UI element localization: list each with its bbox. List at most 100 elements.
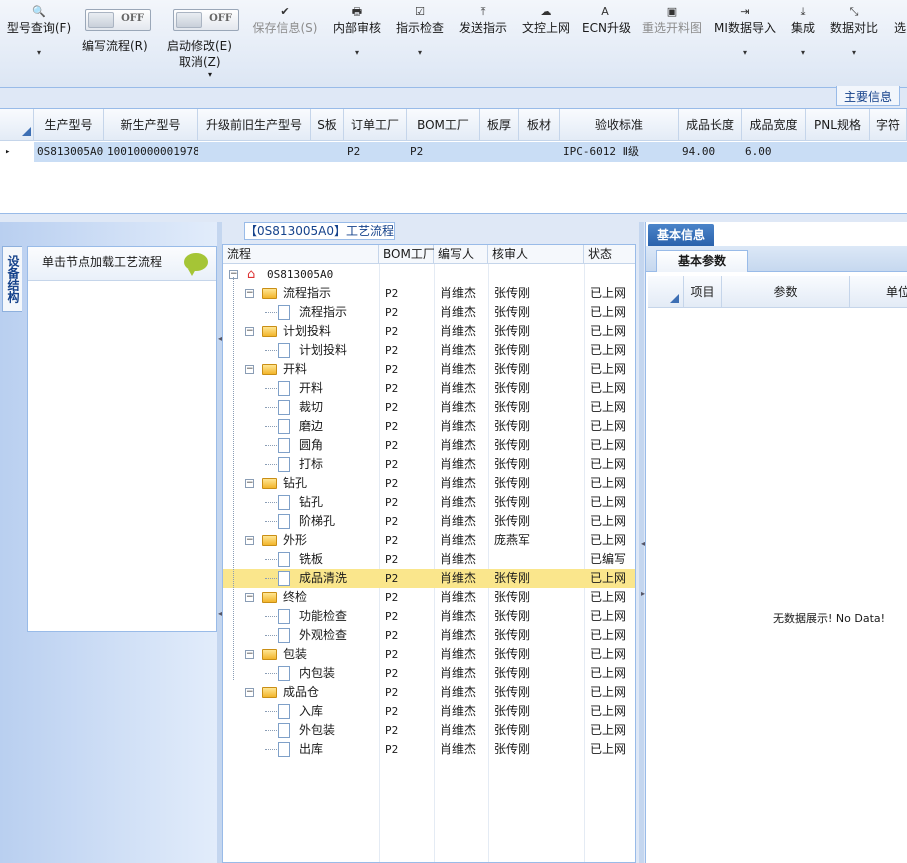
collapse-toggle-icon[interactable]: − xyxy=(245,479,254,488)
tree-col-header[interactable]: 核审人 xyxy=(488,245,584,264)
tree-col-header[interactable]: 状态 xyxy=(584,245,635,264)
cloud-upload-button[interactable]: ☁ 文控上网 xyxy=(519,0,573,74)
chevron-down-icon[interactable]: ▾ xyxy=(712,48,778,58)
tree-row[interactable]: 入库 P2 肖维杰 张传刚 已上网 xyxy=(223,702,635,721)
grid-col-header[interactable]: 新生产型号 xyxy=(104,109,198,141)
tree-row-root[interactable]: − ⌂ 0S813005A0 xyxy=(223,265,635,284)
tree-node-label: 功能检查 xyxy=(299,609,348,623)
tab-basic-info[interactable]: 基本信息 xyxy=(648,224,714,246)
grid-col-header[interactable]: 成品宽度 xyxy=(742,109,806,141)
font-button[interactable]: A ECN升级 xyxy=(582,0,631,74)
tree-row[interactable]: − 成品仓 P2 肖维杰 张传刚 已上网 xyxy=(223,683,635,702)
print-button[interactable]: 🖶 内部审核 ▾ xyxy=(330,0,384,74)
grid-col-header[interactable]: S板 xyxy=(311,109,344,141)
tree-col-header[interactable]: 编写人 xyxy=(434,245,488,264)
tree-row[interactable]: − 计划投料 P2 肖维杰 张传刚 已上网 xyxy=(223,322,635,341)
modify-toggle[interactable]: OFF xyxy=(173,9,239,31)
tree-row[interactable]: − 钻孔 P2 肖维杰 张传刚 已上网 xyxy=(223,474,635,493)
tree-col-header[interactable]: BOM工厂 xyxy=(379,245,435,264)
tree-row[interactable]: 阶梯孔 P2 肖维杰 张传刚 已上网 xyxy=(223,512,635,531)
grid-cell[interactable]: P2 xyxy=(344,142,407,162)
tree-row[interactable]: 成品清洗 P2 肖维杰 张传刚 已上网 xyxy=(223,569,635,588)
tree-row[interactable]: 裁切 P2 肖维杰 张传刚 已上网 xyxy=(223,398,635,417)
tree-row[interactable]: 外观检查 P2 肖维杰 张传刚 已上网 xyxy=(223,626,635,645)
write-flow-toggle[interactable]: OFF xyxy=(85,9,151,31)
tree-row[interactable]: 磨边 P2 肖维杰 张传刚 已上网 xyxy=(223,417,635,436)
checkbox-button[interactable]: ☑ 指示检查 ▾ xyxy=(393,0,447,74)
import-button[interactable]: ⇥ MI数据导入 ▾ xyxy=(712,0,778,74)
tree-row[interactable]: 铣板 P2 肖维杰 已编写 xyxy=(223,550,635,569)
params-col-header[interactable]: 项目 xyxy=(684,276,722,308)
tree-row[interactable]: 打标 P2 肖维杰 张传刚 已上网 xyxy=(223,455,635,474)
grid-cell[interactable]: IPC-6012 Ⅱ级 xyxy=(560,142,679,162)
grid-col-header[interactable]: BOM工厂 xyxy=(407,109,480,141)
collapse-right-icon[interactable]: ◂ xyxy=(641,540,645,548)
tree-row[interactable]: − 外形 P2 肖维杰 庞燕军 已上网 xyxy=(223,531,635,550)
grid-cell[interactable]: 6.00 xyxy=(742,142,806,162)
chevron-down-icon[interactable]: ▾ xyxy=(2,48,76,58)
collapse-left-icon-2[interactable]: ◂ xyxy=(218,610,222,618)
chevron-down-icon[interactable]: ▾ xyxy=(393,48,447,58)
tree-row[interactable]: 内包装 P2 肖维杰 张传刚 已上网 xyxy=(223,664,635,683)
grid-cell[interactable] xyxy=(480,142,519,162)
upload-button[interactable]: ⤒ 发送指示 xyxy=(456,0,510,74)
tree-row[interactable]: 出库 P2 肖维杰 张传刚 已上网 xyxy=(223,740,635,759)
chevron-down-icon[interactable]: ▾ xyxy=(826,48,882,58)
grid-cell[interactable] xyxy=(519,142,560,162)
collapse-toggle-icon[interactable]: − xyxy=(245,593,254,602)
tree-row[interactable]: 流程指示 P2 肖维杰 张传刚 已上网 xyxy=(223,303,635,322)
load-process-header[interactable]: 单击节点加载工艺流程 xyxy=(28,247,216,281)
grid-cell[interactable]: 10010000001978 xyxy=(104,142,198,162)
grid-col-header[interactable]: 字符 xyxy=(870,109,907,141)
search-button[interactable]: 🔍 型号查询(F) ▾ xyxy=(2,0,76,74)
grid-col-header[interactable]: PNL规格 xyxy=(806,109,870,141)
grid-col-header[interactable]: 升级前旧生产型号 xyxy=(198,109,311,141)
grid-cell[interactable] xyxy=(806,142,870,162)
grid-col-header[interactable]: 生产型号 xyxy=(34,109,104,141)
more-button[interactable]: 选 xyxy=(890,0,907,74)
chevron-down-icon[interactable]: ▾ xyxy=(786,48,820,58)
grid-col-header[interactable]: 板厚 xyxy=(480,109,519,141)
grid-col-header[interactable]: 订单工厂 xyxy=(344,109,407,141)
tab-equipment-structure[interactable]: 设备结构 xyxy=(2,246,22,312)
tree-row[interactable]: 圆角 P2 肖维杰 张传刚 已上网 xyxy=(223,436,635,455)
tab-main-info[interactable]: 主要信息 xyxy=(836,86,901,106)
collapse-toggle-icon[interactable]: − xyxy=(245,688,254,697)
tree-row[interactable]: 钻孔 P2 肖维杰 张传刚 已上网 xyxy=(223,493,635,512)
params-col-header[interactable]: 单位 xyxy=(850,276,907,308)
collapse-toggle-icon[interactable]: − xyxy=(245,365,254,374)
tree-row[interactable]: − 终检 P2 肖维杰 张传刚 已上网 xyxy=(223,588,635,607)
grid-cell[interactable] xyxy=(198,142,311,162)
tree-row[interactable]: 功能检查 P2 肖维杰 张传刚 已上网 xyxy=(223,607,635,626)
tree-row[interactable]: − 包装 P2 肖维杰 张传刚 已上网 xyxy=(223,645,635,664)
tree-row[interactable]: 计划投料 P2 肖维杰 张传刚 已上网 xyxy=(223,341,635,360)
collapse-left-icon[interactable]: ◂ xyxy=(218,335,222,343)
tree-row[interactable]: 外包装 P2 肖维杰 张传刚 已上网 xyxy=(223,721,635,740)
tab-basic-params[interactable]: 基本参数 xyxy=(656,250,748,272)
cancel-label[interactable]: 取消(Z) xyxy=(179,53,221,70)
compress-button[interactable]: ⤡ 数据对比 ▾ xyxy=(826,0,882,74)
collapse-toggle-icon[interactable]: − xyxy=(245,289,254,298)
document-icon xyxy=(278,742,290,757)
grid-cell[interactable]: P2 xyxy=(407,142,480,162)
collapse-toggle-icon[interactable]: − xyxy=(245,650,254,659)
tree-row[interactable]: − 开料 P2 肖维杰 张传刚 已上网 xyxy=(223,360,635,379)
grid-col-header[interactable]: 成品长度 xyxy=(679,109,742,141)
tree-col-header[interactable]: 流程 xyxy=(223,245,379,264)
chevron-down-icon[interactable]: ▾ xyxy=(330,48,384,58)
chevron-down-icon[interactable]: ▾ xyxy=(208,70,212,79)
tree-row[interactable]: 开料 P2 肖维杰 张传刚 已上网 xyxy=(223,379,635,398)
collapse-toggle-icon[interactable]: − xyxy=(245,536,254,545)
grid-cell[interactable]: 0S813005A0 xyxy=(34,142,104,162)
grid-cell[interactable] xyxy=(311,142,344,162)
grid-col-header[interactable]: 验收标准 xyxy=(560,109,679,141)
grid-cell[interactable]: 94.00 xyxy=(679,142,742,162)
left-splitter[interactable] xyxy=(217,222,222,863)
download-button[interactable]: ⤓ 集成 ▾ xyxy=(786,0,820,74)
grid-col-header[interactable]: 板材 xyxy=(519,109,560,141)
collapse-right-icon-2[interactable]: ▸ xyxy=(641,590,645,598)
tree-row[interactable]: − 流程指示 P2 肖维杰 张传刚 已上网 xyxy=(223,284,635,303)
params-col-header[interactable]: 参数 xyxy=(722,276,850,308)
grid-cell[interactable] xyxy=(870,142,907,162)
collapse-toggle-icon[interactable]: − xyxy=(245,327,254,336)
